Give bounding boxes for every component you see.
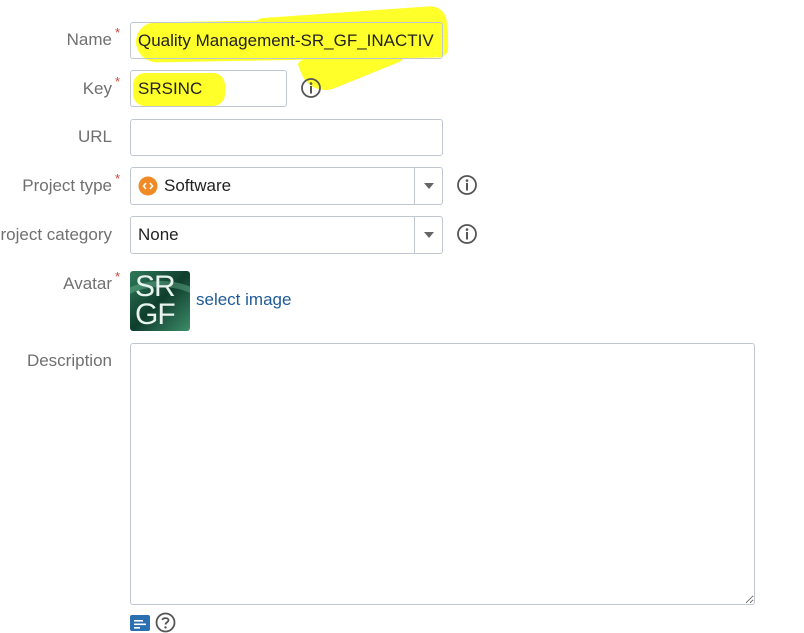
project-category-value: None xyxy=(138,225,179,244)
help-icon[interactable] xyxy=(155,612,176,633)
name-label: Name xyxy=(66,30,112,49)
name-field-value: Quality Management-SR_GF_INACTIV xyxy=(138,30,434,50)
name-field[interactable]: Quality Management-SR_GF_INACTIV xyxy=(130,22,443,59)
required-mark: * xyxy=(114,25,120,40)
project-category-label: roject category xyxy=(0,225,113,244)
required-mark: * xyxy=(114,269,120,284)
project-category-select[interactable]: None xyxy=(130,216,443,254)
required-mark: * xyxy=(114,171,120,186)
key-label: Key xyxy=(82,79,112,98)
info-icon[interactable] xyxy=(300,77,322,99)
key-field-value: SRSINC xyxy=(138,78,203,98)
required-mark: * xyxy=(114,74,120,89)
chevron-down-icon xyxy=(423,232,434,238)
url-field[interactable] xyxy=(130,119,443,156)
dropdown-toggle[interactable] xyxy=(414,217,442,253)
avatar-image[interactable]: SR GF xyxy=(130,271,190,331)
key-field[interactable]: SRSINC xyxy=(130,70,287,107)
project-type-select[interactable]: Software xyxy=(130,167,443,205)
chevron-down-icon xyxy=(423,183,434,189)
avatar-label: Avatar xyxy=(63,274,112,293)
info-icon[interactable] xyxy=(456,174,478,196)
avatar-text-bottom: GF xyxy=(135,298,176,331)
url-label: URL xyxy=(77,127,112,146)
description-textarea[interactable] xyxy=(130,343,755,605)
dropdown-toggle[interactable] xyxy=(414,168,442,204)
project-type-label: Project type xyxy=(22,176,112,195)
description-label: Description xyxy=(26,351,112,370)
select-image-link[interactable]: select image xyxy=(196,290,291,310)
avatar-text-top: SR xyxy=(135,271,176,303)
wiki-markup-icon[interactable] xyxy=(130,615,150,631)
project-type-value: Software xyxy=(164,176,232,195)
software-type-icon xyxy=(138,176,158,196)
info-icon[interactable] xyxy=(456,223,478,245)
